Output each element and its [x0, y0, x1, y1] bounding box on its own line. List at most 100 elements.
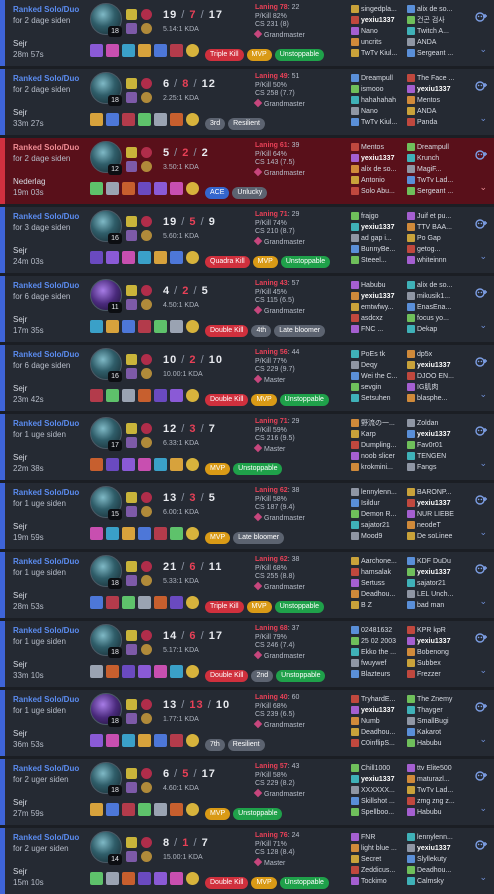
item-icon[interactable] — [90, 458, 103, 471]
chevron-down-icon[interactable]: ⌄ — [479, 665, 487, 676]
chevron-down-icon[interactable]: ⌄ — [479, 113, 487, 124]
player-name[interactable]: Habubu — [417, 807, 463, 818]
player-row[interactable]: yexiu1337 — [351, 291, 407, 302]
player-row[interactable]: Setsuhen — [351, 393, 407, 404]
player-name[interactable]: Karp — [361, 429, 407, 440]
player-row[interactable]: LEL Unch... — [407, 589, 463, 600]
secondary-rune-icon[interactable] — [141, 506, 152, 517]
player-row[interactable]: yexiu1337 — [407, 429, 463, 440]
player-row[interactable]: noob slicer — [351, 451, 407, 462]
player-name[interactable]: SmallBugi — [417, 716, 463, 727]
secondary-rune-icon[interactable] — [141, 437, 152, 448]
item-icon[interactable] — [122, 803, 135, 816]
player-row[interactable]: focus yo... — [407, 313, 463, 324]
player-row[interactable]: yexiu1337 — [407, 636, 463, 647]
player-name[interactable]: 25 02 2003 — [361, 636, 407, 647]
player-name[interactable]: Bobenong — [417, 647, 463, 658]
item-icon[interactable] — [106, 251, 119, 264]
item-icon[interactable] — [90, 182, 103, 195]
match-card[interactable]: Ranked Solo/Duo for 6 dage siden Sejr 23m 4… — [0, 345, 494, 411]
player-name[interactable]: PoEs tk — [361, 349, 407, 360]
summoner-spell-flash-icon[interactable] — [126, 285, 137, 296]
player-name[interactable]: fwuywef — [361, 658, 407, 669]
item-icon[interactable] — [170, 596, 183, 609]
add-friend-icon[interactable] — [475, 838, 489, 850]
item-icon[interactable] — [106, 113, 119, 126]
player-row[interactable]: emtwfwy... — [351, 302, 407, 313]
player-name[interactable]: emtwfwy... — [361, 302, 407, 313]
player-name[interactable]: MagiF... — [417, 164, 463, 175]
player-row[interactable]: Dumpling... — [351, 440, 407, 451]
player-row[interactable]: Isildur — [351, 498, 407, 509]
player-name[interactable]: FNC ... — [361, 324, 407, 335]
player-name[interactable]: Deadhou... — [361, 589, 407, 600]
trinket-icon[interactable] — [186, 872, 199, 885]
player-row[interactable]: 02481632 — [351, 625, 407, 636]
keystone-rune-icon[interactable] — [141, 492, 152, 503]
item-icon[interactable] — [170, 389, 183, 402]
item-icon[interactable] — [122, 44, 135, 57]
player-row[interactable]: Habubu — [407, 738, 463, 749]
player-name[interactable]: C0inflipS... — [361, 738, 407, 749]
item-icon[interactable] — [90, 251, 103, 264]
add-friend-icon[interactable] — [475, 700, 489, 712]
player-name[interactable]: Demon R... — [361, 509, 407, 520]
player-name[interactable]: KDF DuDu — [417, 556, 463, 567]
item-icon[interactable] — [122, 665, 135, 678]
player-name[interactable]: ttv Elite500 — [417, 763, 463, 774]
player-name[interactable]: Slyllekuty — [417, 854, 463, 865]
item-icon[interactable] — [90, 113, 103, 126]
secondary-rune-icon[interactable] — [141, 575, 152, 586]
player-name[interactable]: Antonio — [361, 175, 407, 186]
secondary-rune-icon[interactable] — [141, 299, 152, 310]
player-row[interactable]: lennylenn... — [407, 832, 463, 843]
add-friend-icon[interactable] — [475, 769, 489, 781]
summoner-spell-flash-icon[interactable] — [126, 78, 137, 89]
player-row[interactable]: Karp — [351, 429, 407, 440]
secondary-rune-icon[interactable] — [141, 782, 152, 793]
summoner-spell-icon[interactable] — [126, 851, 137, 862]
player-name[interactable]: zmg zng z... — [417, 796, 463, 807]
player-row[interactable]: PoEs tk — [351, 349, 407, 360]
item-icon[interactable] — [106, 527, 119, 540]
player-name[interactable]: hahahahah — [361, 95, 407, 106]
player-row[interactable]: singedpla... — [351, 4, 407, 15]
item-icon[interactable] — [138, 389, 151, 402]
player-name[interactable]: TENGEN — [417, 451, 463, 462]
player-name[interactable]: The Face ... — [417, 73, 463, 84]
player-row[interactable]: ANDA — [407, 106, 463, 117]
player-row[interactable]: hamsalak — [351, 567, 407, 578]
item-icon[interactable] — [154, 44, 167, 57]
player-name[interactable]: maturazl... — [417, 774, 463, 785]
trinket-icon[interactable] — [186, 665, 199, 678]
player-row[interactable]: krokmini... — [351, 462, 407, 473]
player-row[interactable]: Subbex — [407, 658, 463, 669]
player-row[interactable]: yexiu1337 — [351, 705, 407, 716]
summoner-spell-flash-icon[interactable] — [126, 837, 137, 848]
player-name[interactable]: getog... — [417, 244, 463, 255]
summoner-spell-flash-icon[interactable] — [126, 423, 137, 434]
item-icon[interactable] — [138, 44, 151, 57]
player-name[interactable]: asdcxz — [361, 313, 407, 324]
player-row[interactable]: Wei the C... — [351, 371, 407, 382]
player-row[interactable]: Solo Abu... — [351, 186, 407, 197]
item-icon[interactable] — [106, 44, 119, 57]
item-icon[interactable] — [138, 803, 151, 816]
item-icon[interactable] — [138, 734, 151, 747]
secondary-rune-icon[interactable] — [141, 23, 152, 34]
player-row[interactable]: Secret — [351, 854, 407, 865]
player-row[interactable]: Dreampull — [407, 142, 463, 153]
player-name[interactable]: Blazteurs — [361, 669, 407, 680]
player-row[interactable]: BARONP... — [407, 487, 463, 498]
summoner-spell-icon[interactable] — [126, 368, 137, 379]
chevron-down-icon[interactable]: ⌄ — [479, 458, 487, 469]
player-row[interactable]: Blazteurs — [351, 669, 407, 680]
player-name[interactable]: The Znemy — [417, 694, 463, 705]
player-name[interactable]: whiteinnn — [417, 255, 463, 266]
item-icon[interactable] — [170, 320, 183, 333]
player-name[interactable]: Wei the C... — [361, 371, 407, 382]
player-name[interactable]: ANDA — [417, 37, 463, 48]
player-name[interactable]: ANDA — [417, 106, 463, 117]
player-name[interactable]: LEL Unch... — [417, 589, 463, 600]
summoner-spell-flash-icon[interactable] — [126, 492, 137, 503]
